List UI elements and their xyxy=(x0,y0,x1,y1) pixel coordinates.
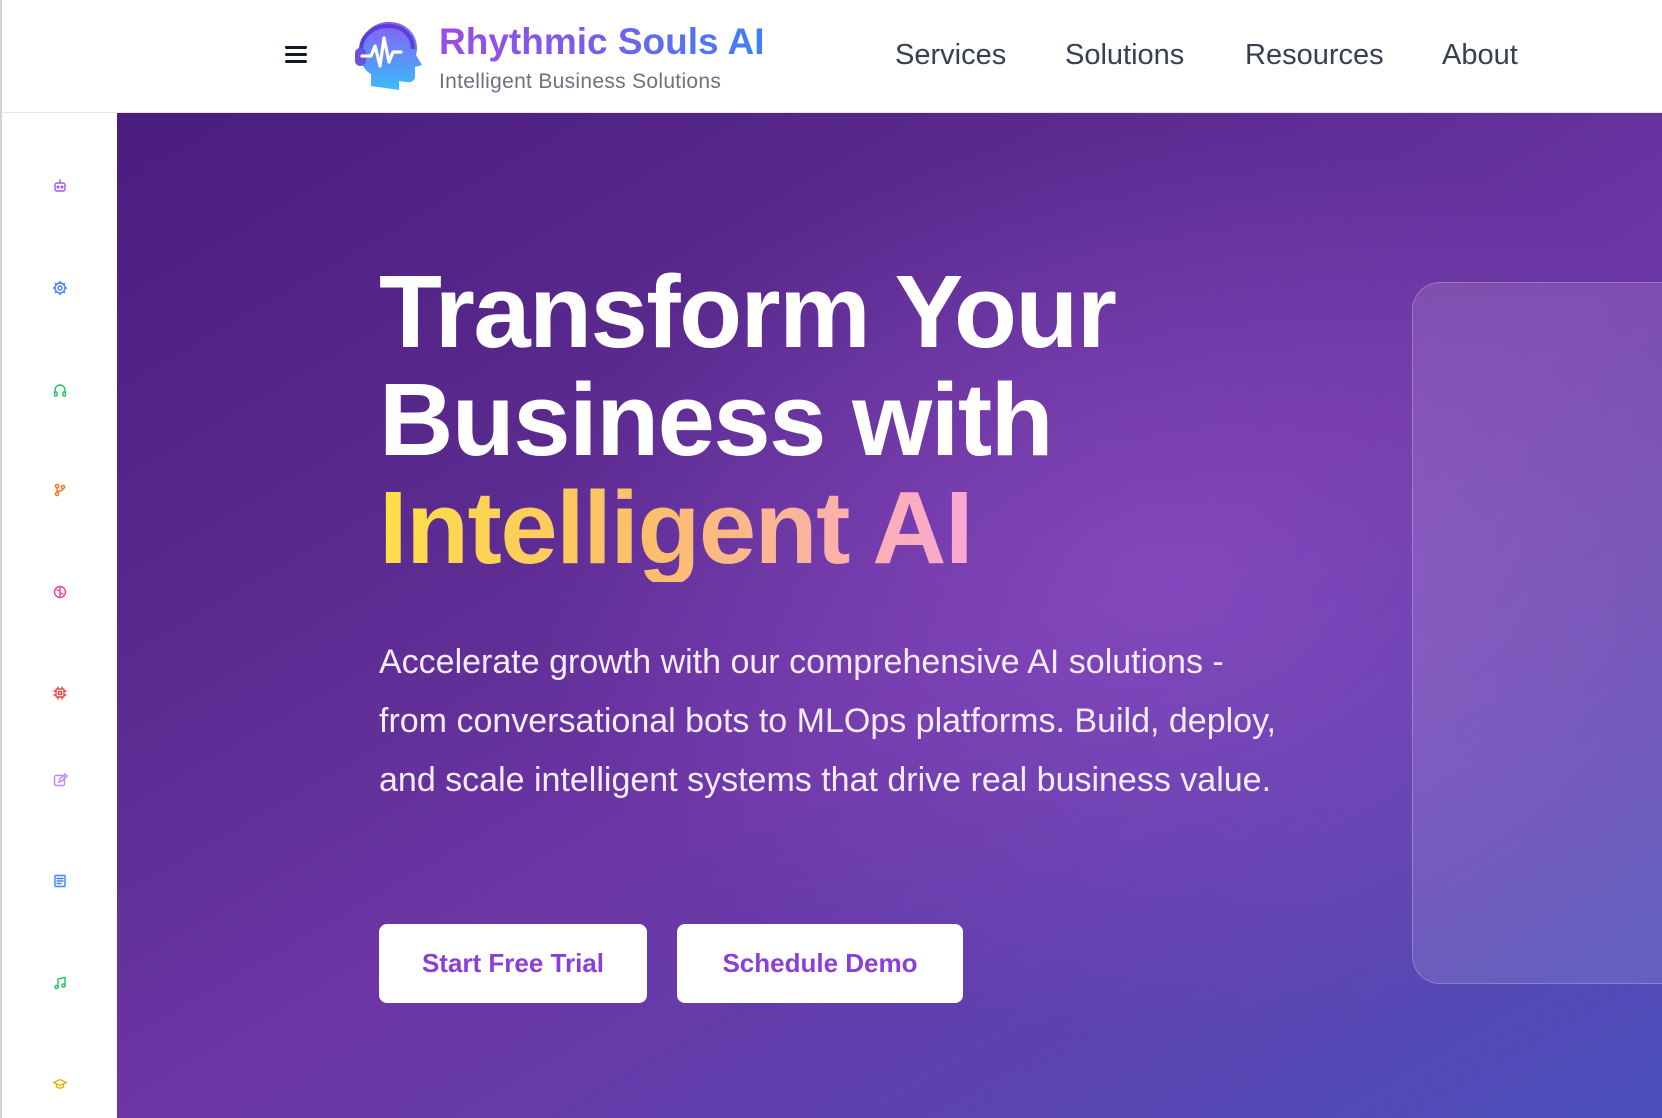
newspaper-icon[interactable] xyxy=(52,873,68,889)
brand-name[interactable]: Rhythmic Souls AI xyxy=(439,21,765,63)
cpu-chip-icon[interactable] xyxy=(52,685,68,701)
hero-title-line-2: Business with xyxy=(379,362,1054,477)
top-navigation-bar: Rhythmic Souls AI Intelligent Business S… xyxy=(2,0,1662,113)
music-note-icon[interactable] xyxy=(52,975,68,991)
gear-icon[interactable] xyxy=(52,280,68,296)
brand-tagline: Intelligent Business Solutions xyxy=(439,70,722,93)
nav-solutions[interactable]: Solutions xyxy=(1065,39,1184,72)
schedule-demo-button[interactable]: Schedule Demo xyxy=(677,924,963,1003)
hero-title-highlight: Intelligent AI xyxy=(379,470,974,585)
branch-icon[interactable] xyxy=(52,482,68,498)
nav-services[interactable]: Services xyxy=(895,39,1006,72)
nav-about[interactable]: About xyxy=(1442,39,1518,72)
hero-title-line-1: Transform Your xyxy=(379,254,1117,369)
hero-glass-card xyxy=(1412,282,1662,984)
graduation-cap-icon[interactable] xyxy=(52,1076,68,1092)
head-heartbeat-headphones-icon[interactable] xyxy=(349,16,425,94)
hero-description: Accelerate growth with our comprehensive… xyxy=(379,643,1276,799)
headphones-icon[interactable] xyxy=(52,382,68,398)
hero-section: Transform Your Business with Intelligent… xyxy=(117,113,1662,1118)
hero-title: Transform Your Business with Intelligent… xyxy=(379,258,1117,585)
robot-icon[interactable] xyxy=(52,178,68,194)
brain-icon[interactable] xyxy=(52,584,68,600)
sidebar-icon-rail xyxy=(2,113,117,1118)
hamburger-menu-icon[interactable] xyxy=(282,40,310,68)
start-free-trial-button[interactable]: Start Free Trial xyxy=(379,924,647,1003)
edit-icon[interactable] xyxy=(52,772,68,788)
nav-resources[interactable]: Resources xyxy=(1245,39,1384,72)
